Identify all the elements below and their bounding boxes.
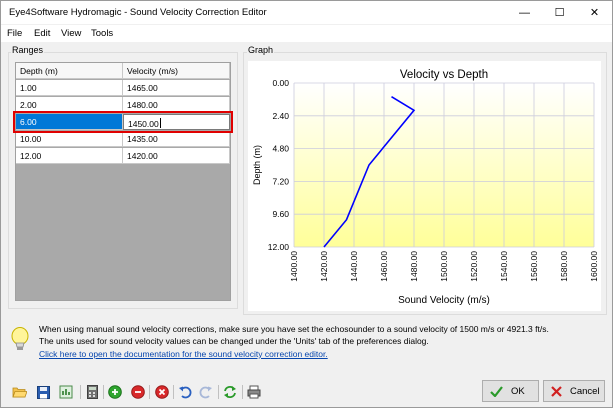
close-button[interactable]: ✕ (577, 1, 612, 24)
x-tick-label: 1540.00 (499, 251, 509, 282)
x-tick-label: 1600.00 (589, 251, 599, 282)
menu-bar: File Edit View Tools (1, 25, 612, 42)
x-tick-label: 1440.00 (349, 251, 359, 282)
ok-button[interactable]: OK (482, 380, 539, 402)
x-tick-label: 1500.00 (439, 251, 449, 282)
refresh-icon[interactable] (222, 384, 238, 400)
table-row[interactable]: 1.00 1465.00 (16, 80, 230, 96)
toolbar-separator (173, 385, 174, 399)
documentation-link[interactable]: Click here to open the documentation for… (39, 349, 328, 359)
cancel-button-label: Cancel (570, 385, 600, 397)
toolbar-separator (149, 385, 150, 399)
graph-group-label: Graph (247, 45, 275, 55)
x-tick-label: 1460.00 (379, 251, 389, 282)
toolbar-separator (218, 385, 219, 399)
velocity-cell[interactable]: 1435.00 (123, 131, 230, 147)
info-panel: When using manual sound velocity correct… (6, 318, 609, 368)
ranges-table[interactable]: Depth (m) Velocity (m/s) 1.00 1465.00 2.… (15, 62, 231, 301)
export-icon[interactable] (58, 384, 74, 400)
depth-cell[interactable]: 1.00 (16, 80, 123, 96)
y-axis-label: Depth (m) (252, 145, 262, 185)
velocity-cell[interactable]: 1465.00 (123, 80, 230, 96)
selected-row-highlight (13, 111, 233, 133)
y-tick-label: 0.00 (272, 78, 289, 88)
depth-cell[interactable]: 12.00 (16, 148, 123, 164)
open-folder-icon[interactable] (11, 384, 27, 400)
menu-edit[interactable]: Edit (34, 28, 50, 39)
undo-icon[interactable] (177, 384, 193, 400)
checkmark-icon (490, 385, 503, 397)
column-header-depth[interactable]: Depth (m) (16, 63, 123, 79)
remove-icon[interactable] (130, 384, 146, 400)
ok-button-label: OK (511, 385, 525, 397)
menu-file[interactable]: File (7, 28, 22, 39)
chart-title: Velocity vs Depth (400, 69, 488, 81)
x-tick-label: 1420.00 (319, 251, 329, 282)
window-title: Eye4Software Hydromagic - Sound Velocity… (9, 7, 267, 18)
print-icon[interactable] (246, 384, 262, 400)
calculator-icon[interactable] (84, 384, 100, 400)
velocity-depth-chart: Velocity vs Depth 0.00 2.40 4.80 7.20 9.60 12… (248, 61, 601, 311)
maximize-button[interactable]: ☐ (542, 1, 577, 24)
toolbar-separator (80, 385, 81, 399)
x-tick-label: 1580.00 (559, 251, 569, 282)
y-tick-label: 2.40 (272, 111, 289, 121)
velocity-cell[interactable]: 1420.00 (123, 148, 230, 164)
y-tick-label: 9.60 (272, 209, 289, 219)
cancel-x-icon (551, 385, 562, 397)
lightbulb-icon (11, 327, 29, 350)
x-tick-label: 1480.00 (409, 251, 419, 282)
title-bar: Eye4Software Hydromagic - Sound Velocity… (1, 1, 612, 24)
menu-tools[interactable]: Tools (91, 28, 113, 39)
redo-icon[interactable] (198, 384, 214, 400)
x-tick-label: 1560.00 (529, 251, 539, 282)
table-row[interactable]: 12.00 1420.00 (16, 148, 230, 164)
x-tick-label: 1520.00 (469, 251, 479, 282)
editor-window: Eye4Software Hydromagic - Sound Velocity… (0, 0, 613, 408)
table-header-row: Depth (m) Velocity (m/s) (16, 63, 230, 79)
y-tick-label: 4.80 (272, 144, 289, 154)
column-header-velocity[interactable]: Velocity (m/s) (123, 63, 230, 79)
cancel-button[interactable]: Cancel (543, 380, 605, 402)
delete-icon[interactable] (154, 384, 170, 400)
x-tick-label: 1400.00 (289, 251, 299, 282)
depth-cell[interactable]: 10.00 (16, 131, 123, 147)
toolbar-separator (103, 385, 104, 399)
y-tick-label: 12.00 (268, 242, 290, 252)
graph-panel: Velocity vs Depth 0.00 2.40 4.80 7.20 9.60 12… (248, 61, 601, 311)
toolbar-separator (242, 385, 243, 399)
table-row[interactable]: 10.00 1435.00 (16, 131, 230, 147)
ranges-group-label: Ranges (11, 45, 45, 55)
minimize-button[interactable]: — (507, 1, 542, 24)
y-tick-label: 7.20 (272, 176, 289, 186)
save-icon[interactable] (35, 384, 51, 400)
info-text-line1: When using manual sound velocity correct… (39, 324, 549, 334)
menu-view[interactable]: View (61, 28, 81, 39)
add-icon[interactable] (107, 384, 123, 400)
x-axis-label: Sound Velocity (m/s) (398, 295, 490, 306)
info-text-line2: The units used for sound velocity values… (39, 336, 429, 346)
